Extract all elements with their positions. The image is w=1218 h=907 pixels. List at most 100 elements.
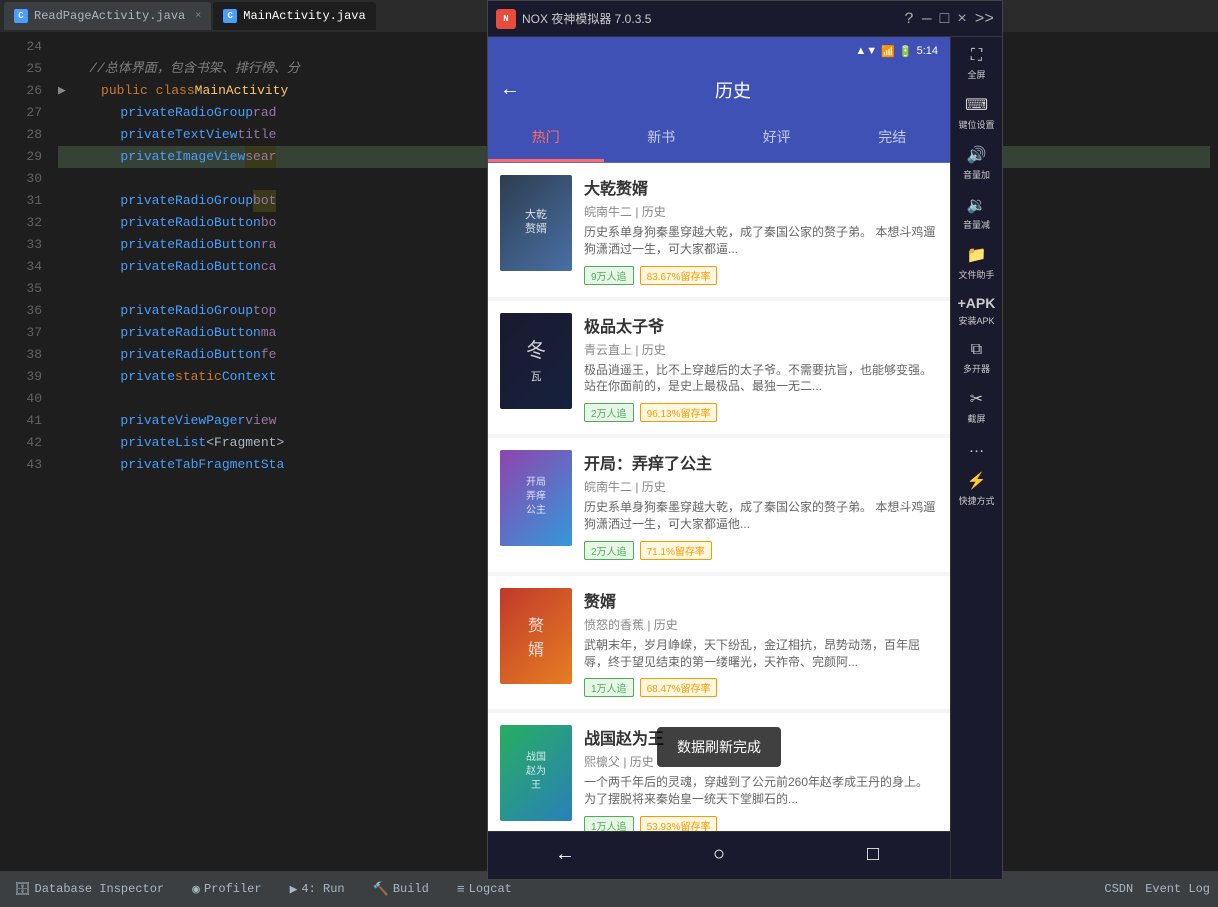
install-apk-label: 安装APK bbox=[958, 314, 994, 327]
tab-new[interactable]: 新书 bbox=[604, 115, 720, 162]
emulator-main: ▲▼ 📶 🔋 5:14 ← 历史 热门 新书 好评 完结 bbox=[488, 37, 1002, 879]
logcat-button[interactable]: ≡ Logcat bbox=[451, 878, 518, 901]
tag-retention-4: 53.93%留存率 bbox=[640, 816, 718, 831]
tag-retention-0: 83.67%留存率 bbox=[640, 266, 718, 285]
nav-back[interactable]: ← bbox=[559, 844, 571, 867]
book-item-0[interactable]: 大乾赘婿 大乾赘婿 皖南牛二 | 历史 历史系单身狗秦墨穿越大乾，成了秦国公家的… bbox=[488, 163, 950, 297]
book-desc-2: 历史系单身狗秦墨穿越大乾，成了秦国公家的赘子弟。 本想斗鸡遛狗潇洒过一生，可大家… bbox=[584, 499, 938, 533]
emulator-minimize[interactable]: — bbox=[922, 10, 932, 28]
book-info-0: 大乾赘婿 皖南牛二 | 历史 历史系单身狗秦墨穿越大乾，成了秦国公家的赘子弟。 … bbox=[584, 175, 938, 285]
wifi-icon: ▲▼ bbox=[855, 45, 877, 57]
logcat-icon: ≡ bbox=[457, 882, 465, 897]
tag-readers-1: 2万人追 bbox=[584, 403, 634, 422]
more-icon: … bbox=[969, 439, 985, 457]
sidebar-shortcut[interactable]: ⚡ 快捷方式 bbox=[951, 465, 1002, 513]
sidebar-fullscreen[interactable]: ⛶ 全屏 bbox=[951, 41, 1002, 87]
keymapping-icon: ⌨ bbox=[965, 95, 988, 115]
book-item-3[interactable]: 赘婿 赘婿 愤怒的香蕉 | 历史 武朝末年，岁月峥嵘，天下纷乱，金辽相抗，昂势动… bbox=[488, 576, 950, 710]
book-desc-3: 武朝末年，岁月峥嵘，天下纷乱，金辽相抗，昂势动荡，百年屈辱，终于望见结束的第一缕… bbox=[584, 637, 938, 671]
emulator-titlebar: N NOX 夜神模拟器 7.0.3.5 ? — □ × >> bbox=[488, 1, 1002, 37]
book-list[interactable]: 大乾赘婿 大乾赘婿 皖南牛二 | 历史 历史系单身狗秦墨穿越大乾，成了秦国公家的… bbox=[488, 163, 950, 831]
emulator-controls: ? — □ × >> bbox=[904, 10, 994, 28]
run-button[interactable]: ▶ 4: Run bbox=[284, 878, 351, 901]
tab-icon-mainactivity: C bbox=[223, 9, 237, 23]
shortcut-label: 快捷方式 bbox=[958, 494, 994, 507]
nav-home[interactable]: ○ bbox=[713, 844, 725, 867]
nav-recent[interactable]: □ bbox=[867, 844, 879, 867]
book-tags-4: 1万人追 53.93%留存率 bbox=[584, 816, 938, 831]
emulator-help[interactable]: ? bbox=[904, 10, 914, 28]
tag-retention-3: 68.47%留存率 bbox=[640, 678, 718, 697]
tab-rated[interactable]: 好评 bbox=[719, 115, 835, 162]
profiler-icon: ◉ bbox=[192, 882, 200, 897]
run-icon: ▶ bbox=[290, 882, 298, 897]
file-manager-icon: 📁 bbox=[967, 245, 987, 265]
phone-statusbar: ▲▼ 📶 🔋 5:14 bbox=[488, 37, 950, 65]
screenshot-icon: ✂ bbox=[970, 389, 983, 409]
emulator-window: N NOX 夜神模拟器 7.0.3.5 ? — □ × >> ▲▼ 📶 🔋 5:… bbox=[487, 0, 1003, 880]
battery-icon: 🔋 bbox=[899, 45, 913, 58]
sidebar-keymapping[interactable]: ⌨ 键位设置 bbox=[951, 89, 1002, 137]
phone-screen: ▲▼ 📶 🔋 5:14 ← 历史 热门 新书 好评 完结 bbox=[488, 37, 950, 879]
profiler-label: Profiler bbox=[204, 882, 262, 896]
book-author-3: 愤怒的香蕉 | 历史 bbox=[584, 616, 938, 633]
emulator-expand[interactable]: >> bbox=[975, 10, 994, 28]
tag-readers-4: 1万人追 bbox=[584, 816, 634, 831]
phone-navbar: ← ○ □ bbox=[488, 831, 950, 879]
tab-icon-readpage: C bbox=[14, 9, 28, 23]
event-log-link[interactable]: Event Log bbox=[1145, 882, 1210, 896]
tab-close-readpage[interactable]: × bbox=[195, 11, 201, 22]
status-icons: ▲▼ 📶 🔋 5:14 bbox=[855, 45, 938, 58]
book-cover-3: 赘婿 bbox=[500, 588, 572, 684]
profiler-button[interactable]: ◉ Profiler bbox=[186, 878, 267, 901]
keymapping-label: 键位设置 bbox=[958, 118, 994, 131]
book-author-1: 青云直上 | 历史 bbox=[584, 341, 938, 358]
database-icon: 🗄 bbox=[14, 882, 31, 897]
database-inspector-button[interactable]: 🗄 Database Inspector bbox=[8, 878, 170, 901]
run-label: 4: Run bbox=[301, 882, 344, 896]
book-item-2[interactable]: 开局弄痒公主 开局：弄痒了公主 皖南牛二 | 历史 历史系单身狗秦墨穿越大乾，成… bbox=[488, 438, 950, 572]
book-info-3: 赘婿 愤怒的香蕉 | 历史 武朝末年，岁月峥嵘，天下纷乱，金辽相抗，昂势动荡，百… bbox=[584, 588, 938, 698]
book-item-1[interactable]: 冬瓦 极品太子爷 青云直上 | 历史 极品逍遥王，比不上穿越后的太子爷。不需要抗… bbox=[488, 301, 950, 435]
line-numbers: 24 25 26 27 28 29 30 31 32 33 34 35 36 3… bbox=[0, 32, 50, 835]
app-tabs: 热门 新书 好评 完结 bbox=[488, 115, 950, 163]
file-manager-label: 文件助手 bbox=[958, 268, 994, 281]
book-title-3: 赘婿 bbox=[584, 588, 938, 612]
volume-down-label: 音量减 bbox=[963, 218, 990, 231]
tab-readpage[interactable]: C ReadPageActivity.java × bbox=[4, 2, 211, 30]
tab-hot[interactable]: 热门 bbox=[488, 115, 604, 162]
csdn-link[interactable]: CSDN bbox=[1104, 882, 1133, 896]
book-tags-3: 1万人追 68.47%留存率 bbox=[584, 678, 938, 697]
build-button[interactable]: 🔨 Build bbox=[367, 878, 435, 901]
volume-down-icon: 🔉 bbox=[967, 195, 987, 215]
sidebar-file-manager[interactable]: 📁 文件助手 bbox=[951, 239, 1002, 287]
multi-label: 多开器 bbox=[963, 362, 990, 375]
back-button[interactable]: ← bbox=[504, 79, 516, 102]
sidebar-screenshot[interactable]: ✂ 截屏 bbox=[951, 383, 1002, 431]
sidebar-volume-down[interactable]: 🔉 音量减 bbox=[951, 189, 1002, 237]
tab-mainactivity[interactable]: C MainActivity.java bbox=[213, 2, 375, 30]
sidebar-multi[interactable]: ⧉ 多开器 bbox=[951, 335, 1002, 381]
book-info-2: 开局：弄痒了公主 皖南牛二 | 历史 历史系单身狗秦墨穿越大乾，成了秦国公家的赘… bbox=[584, 450, 938, 560]
book-item-4[interactable]: 战国赵为王 战国赵为王 熙檩父 | 历史 一个两千年后的灵魂，穿越到了公元前26… bbox=[488, 713, 950, 831]
volume-up-label: 音量加 bbox=[963, 168, 990, 181]
tab-finished[interactable]: 完结 bbox=[835, 115, 951, 162]
book-cover-0: 大乾赘婿 bbox=[500, 175, 572, 271]
emulator-sidebar: ⛶ 全屏 ⌨ 键位设置 🔊 音量加 🔉 音量减 📁 文件助手 +APK 安装A bbox=[950, 37, 1002, 879]
tag-retention-2: 71.1%留存率 bbox=[640, 541, 712, 560]
tag-readers-3: 1万人追 bbox=[584, 678, 634, 697]
book-tags-0: 9万人追 83.67%留存率 bbox=[584, 266, 938, 285]
tag-readers-2: 2万人追 bbox=[584, 541, 634, 560]
volume-up-icon: 🔊 bbox=[967, 145, 987, 165]
build-label: Build bbox=[393, 882, 429, 896]
sidebar-install-apk[interactable]: +APK 安装APK bbox=[951, 289, 1002, 333]
fullscreen-label: 全屏 bbox=[967, 68, 985, 81]
book-desc-1: 极品逍遥王，比不上穿越后的太子爷。不需要抗旨，也能够变强。 站在你面前的，是史上… bbox=[584, 362, 938, 396]
sidebar-volume-up[interactable]: 🔊 音量加 bbox=[951, 139, 1002, 187]
emulator-restore[interactable]: □ bbox=[940, 10, 950, 28]
sidebar-more[interactable]: … bbox=[951, 433, 1002, 463]
emulator-close[interactable]: × bbox=[957, 10, 967, 28]
signal-icon: 📶 bbox=[881, 45, 895, 58]
book-desc-0: 历史系单身狗秦墨穿越大乾，成了秦国公家的赘子弟。 本想斗鸡遛狗潇洒过一生，可大家… bbox=[584, 224, 938, 258]
clock: 5:14 bbox=[917, 45, 938, 57]
